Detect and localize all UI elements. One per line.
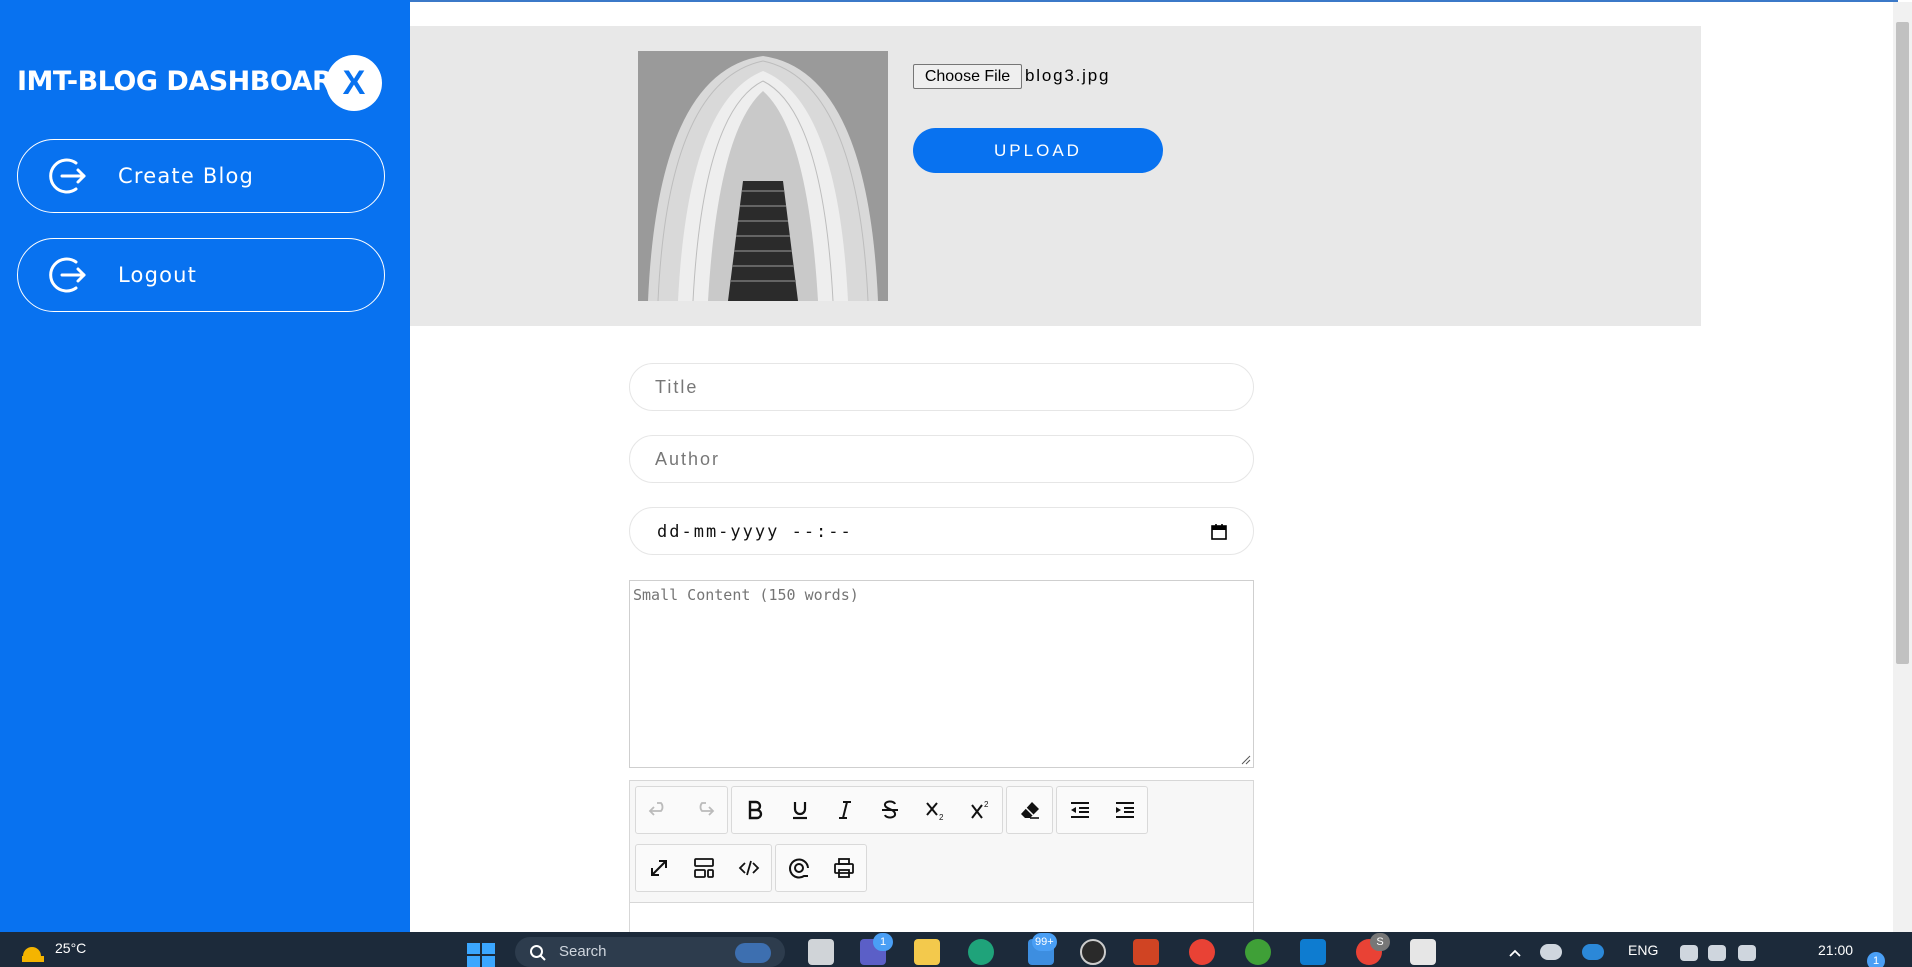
sidebar-item-create-blog[interactable]: Create Blog [17, 139, 385, 213]
underline-button[interactable] [777, 787, 822, 833]
indent-icon [1115, 802, 1134, 818]
small-content-textarea[interactable]: Small Content (150 words) [629, 580, 1254, 768]
superscript-button[interactable]: 2 [957, 787, 1002, 833]
superscript-icon: 2 [970, 800, 989, 819]
history-group [635, 786, 728, 834]
title-input[interactable]: Title [629, 363, 1254, 411]
sidebar-item-logout[interactable]: Logout [17, 238, 385, 312]
file-icon[interactable] [808, 939, 834, 965]
eraser-icon [1020, 802, 1039, 819]
view-group [635, 844, 772, 892]
blog-image-preview [638, 51, 888, 301]
outdent-button[interactable] [1057, 787, 1102, 833]
print-icon [833, 858, 854, 878]
clock-time[interactable]: 21:00 [1818, 942, 1853, 958]
top-divider [410, 0, 1898, 2]
svg-text:2: 2 [984, 800, 989, 809]
small-content-placeholder: Small Content (150 words) [633, 586, 859, 604]
upload-button[interactable]: UPLOAD [913, 128, 1163, 173]
weather-temperature: 25°C [55, 940, 87, 956]
page-scrollbar[interactable] [1893, 2, 1912, 932]
format-group: 2 2 [731, 786, 1003, 834]
undo-button[interactable] [636, 787, 681, 833]
choose-file-button[interactable]: Choose File [913, 64, 1022, 89]
mongodb-icon[interactable] [1245, 939, 1271, 965]
notification-badge[interactable]: 1 [1867, 952, 1885, 967]
indent-group [1056, 786, 1148, 834]
logout-arrow-icon [49, 257, 86, 293]
print-button[interactable] [821, 845, 866, 891]
code-view-button[interactable] [726, 845, 771, 891]
brand-title: IMT-BLOG DASHBOARD [17, 66, 355, 97]
chevron-up-icon[interactable] [1508, 948, 1522, 958]
title-placeholder: Title [655, 377, 699, 397]
subscript-icon: 2 [925, 802, 944, 822]
preview-button[interactable] [776, 845, 821, 891]
dell-icon[interactable] [1080, 939, 1106, 965]
bold-button[interactable] [732, 787, 777, 833]
author-input[interactable]: Author [629, 435, 1254, 483]
resize-grip-icon[interactable] [1241, 755, 1251, 765]
redo-button[interactable] [681, 787, 726, 833]
svg-text:2: 2 [939, 813, 944, 822]
remove-format-button[interactable] [1007, 787, 1052, 833]
folder-icon[interactable] [914, 939, 940, 965]
sidebar-item-label: Logout [118, 263, 198, 287]
underline-icon [792, 802, 807, 820]
scrollbar-thumb[interactable] [1896, 22, 1909, 664]
output-group [775, 844, 867, 892]
datetime-value: dd-mm-yyyy --:-- [657, 522, 853, 542]
subscript-button[interactable]: 2 [912, 787, 957, 833]
rich-text-editor: 2 2 [629, 780, 1254, 942]
staircase-photo [638, 51, 888, 301]
teams-badge: 1 [873, 933, 893, 951]
preview-icon [788, 858, 809, 879]
strikethrough-button[interactable] [867, 787, 912, 833]
chrome-profile-badge: S [1370, 933, 1390, 951]
bold-icon [748, 800, 762, 820]
wifi-icon[interactable] [1680, 945, 1698, 961]
italic-button[interactable] [822, 787, 867, 833]
italic-icon [838, 801, 851, 819]
redo-icon [699, 802, 714, 816]
logout-arrow-icon [49, 158, 86, 194]
mail-badge: 99+ [1032, 933, 1057, 951]
onedrive-icon[interactable] [1540, 944, 1562, 960]
powerpoint-icon[interactable] [1133, 939, 1159, 965]
app-root: IMT-BLOG DASHBOARD X Create Blog Logout [0, 0, 1912, 967]
search-label: Search [559, 943, 607, 960]
snipping-tool-icon[interactable] [1410, 939, 1436, 965]
undo-icon [648, 802, 663, 816]
selected-file-name: blog3.jpg [1025, 66, 1111, 85]
indent-button[interactable] [1102, 787, 1147, 833]
blocks-icon [693, 858, 714, 878]
sidebar-item-label: Create Blog [118, 164, 255, 188]
copilot-icon [735, 943, 771, 963]
sidebar: IMT-BLOG DASHBOARD X Create Blog Logout [0, 0, 410, 932]
volume-icon[interactable] [1708, 945, 1726, 961]
cloud-icon[interactable] [1582, 944, 1604, 960]
outdent-icon [1070, 802, 1089, 818]
expand-icon [650, 860, 667, 876]
code-icon [738, 860, 759, 876]
fullscreen-button[interactable] [636, 845, 681, 891]
show-blocks-button[interactable] [681, 845, 726, 891]
datetime-input[interactable]: dd-mm-yyyy --:-- [629, 507, 1254, 555]
windows-taskbar: 25°C Search 1 99+ S ENG 21:00 1 [0, 932, 1912, 967]
chrome-icon[interactable] [1189, 939, 1215, 965]
author-placeholder: Author [655, 449, 721, 469]
search-icon [530, 945, 546, 961]
windows-start-icon[interactable] [467, 943, 495, 967]
erase-group [1006, 786, 1053, 834]
edge-icon[interactable] [968, 939, 994, 965]
vscode-icon[interactable] [1300, 939, 1326, 965]
close-sidebar-button[interactable]: X [326, 55, 382, 111]
calendar-icon[interactable] [1210, 523, 1228, 541]
weather-sun-icon[interactable] [18, 942, 48, 962]
battery-icon[interactable] [1738, 945, 1756, 961]
taskbar-search[interactable]: Search [515, 937, 785, 967]
input-language[interactable]: ENG [1628, 942, 1658, 958]
strikethrough-icon [881, 800, 898, 819]
